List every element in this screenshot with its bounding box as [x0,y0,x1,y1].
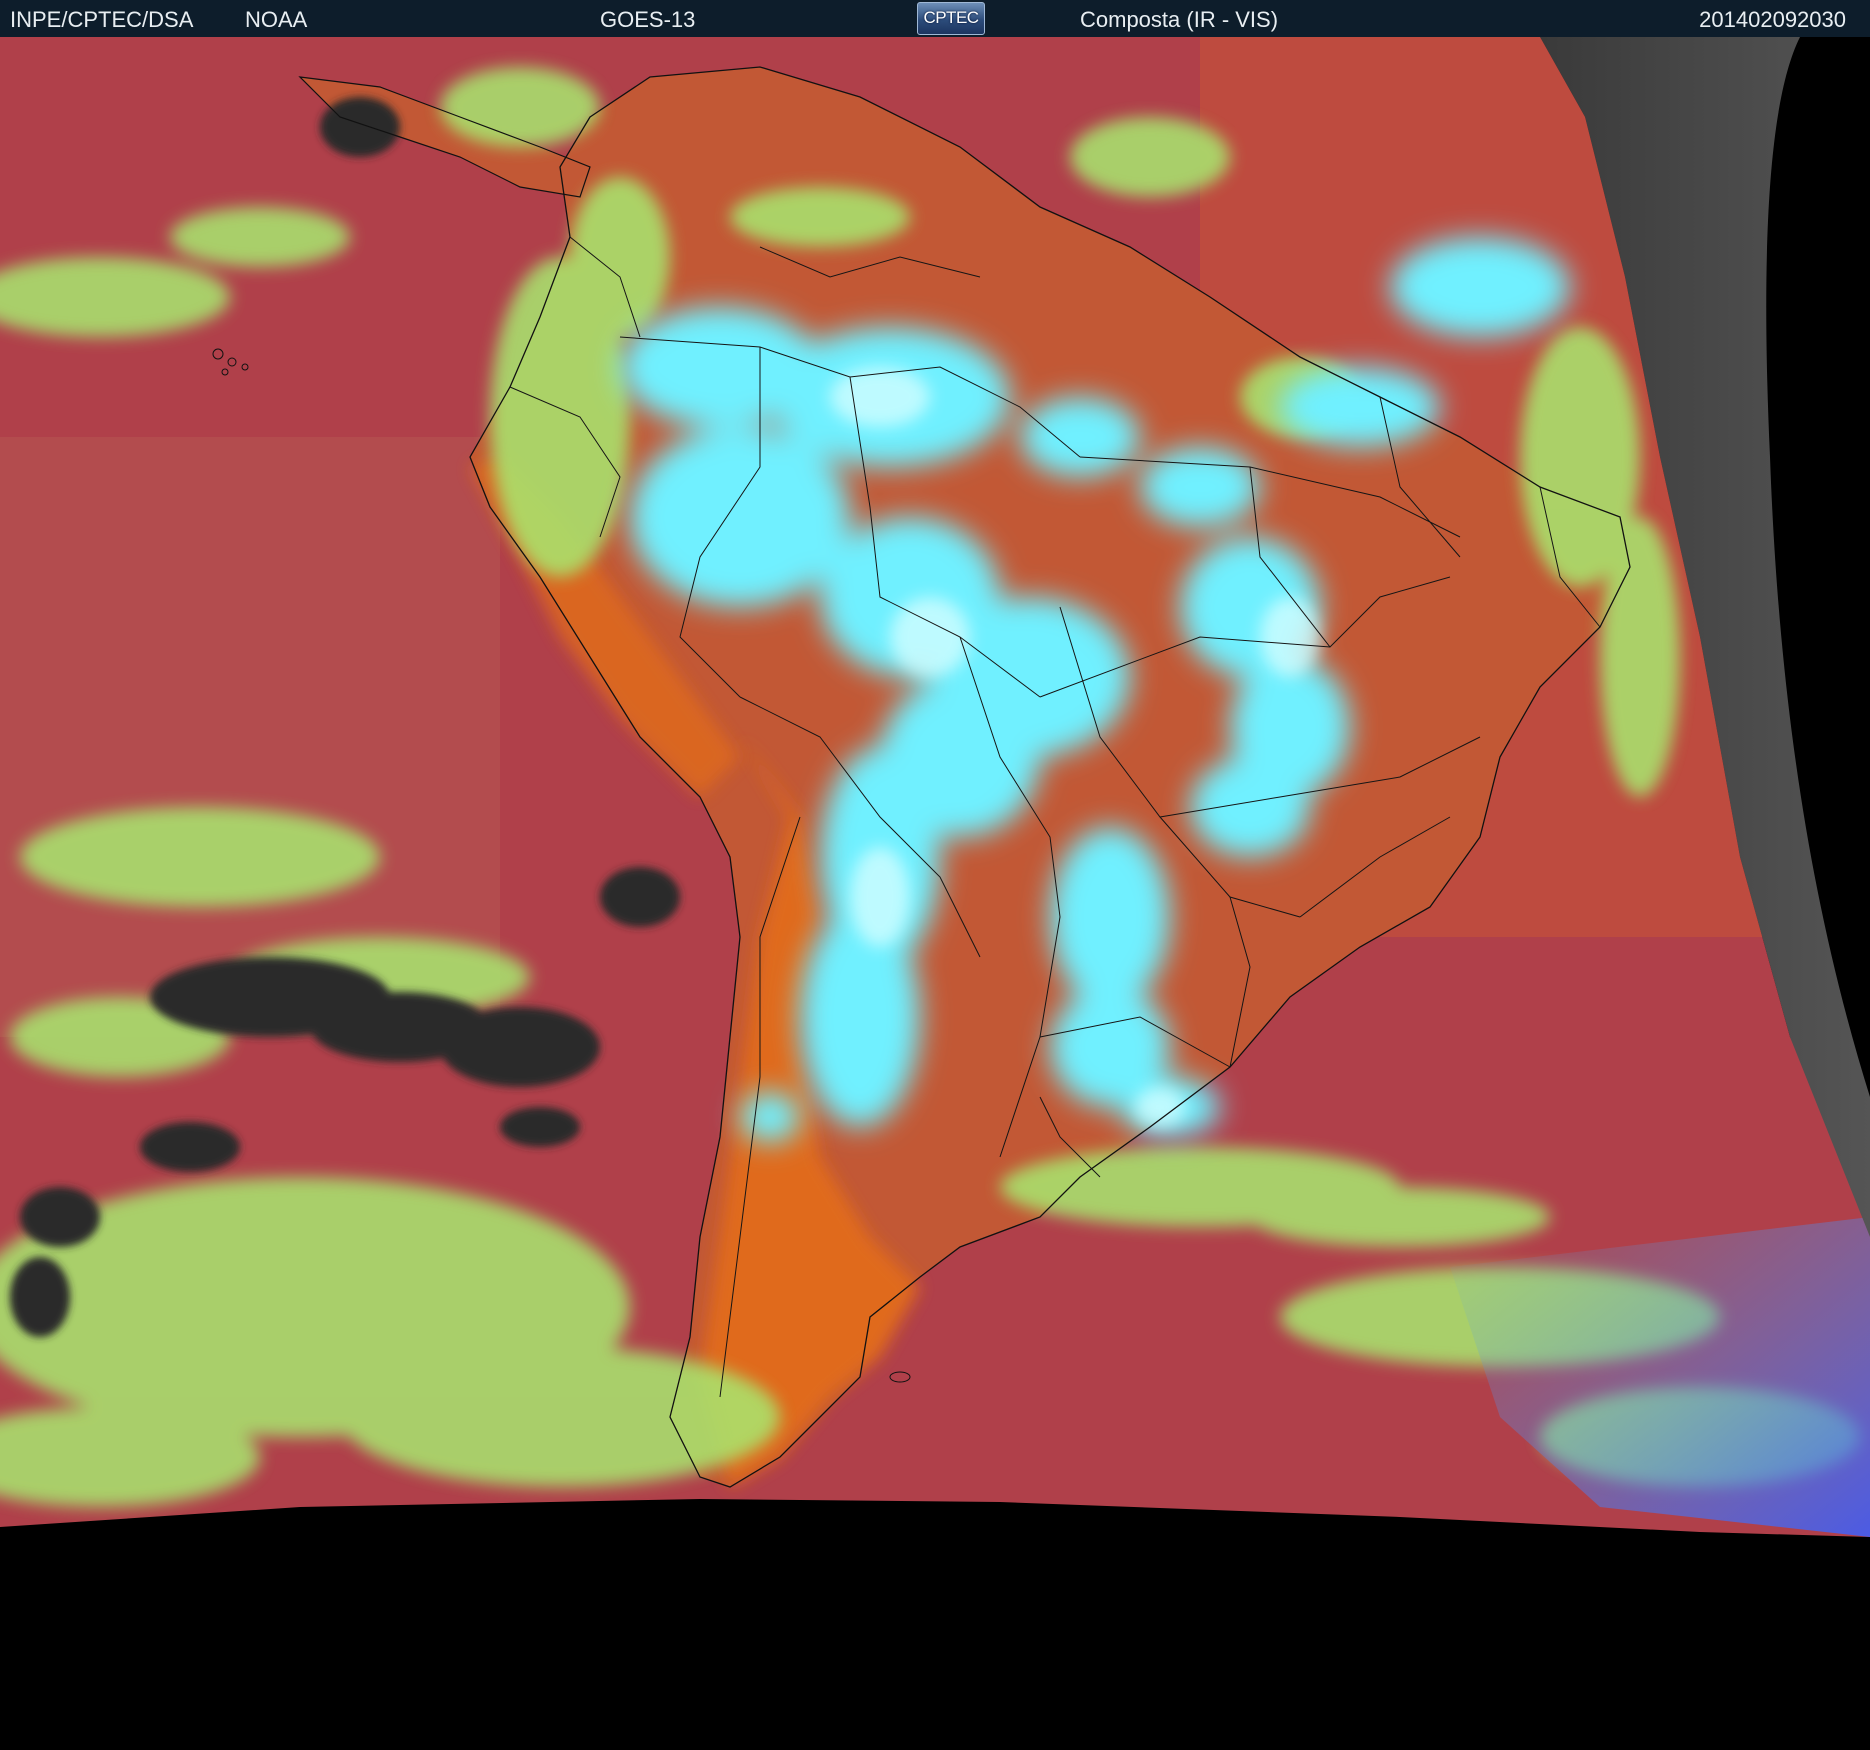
product-label: Composta (IR - VIS) [1080,7,1279,32]
institution-label: INPE/CPTEC/DSA [10,7,194,32]
satellite-composite-svg [0,37,1870,1750]
cptec-logo: CPTEC [917,2,985,35]
timestamp-label: 201402092030 [1699,7,1846,32]
logo-text: CPTEC [923,8,979,27]
agency-label: NOAA [245,7,308,32]
satellite-label: GOES-13 [600,7,696,32]
satellite-image [0,37,1870,1750]
header-bar: INPE/CPTEC/DSA NOAA GOES-13 CPTEC Compos… [0,0,1870,37]
